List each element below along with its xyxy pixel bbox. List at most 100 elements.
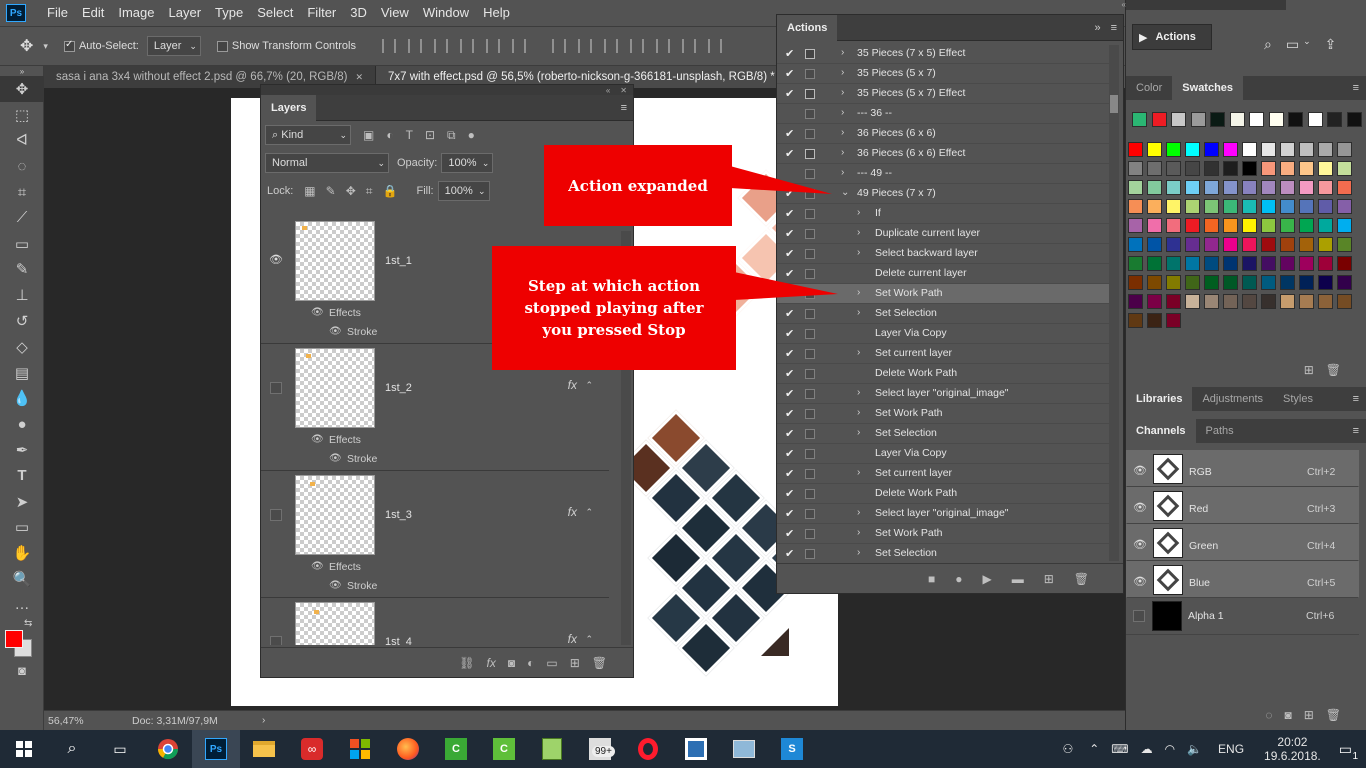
new-layer-icon[interactable]: ⊞ bbox=[570, 656, 580, 670]
distribute-bottom-icon[interactable] bbox=[603, 39, 618, 53]
action-step[interactable]: ✔ › Set current layer bbox=[777, 464, 1109, 484]
chevron-right-icon[interactable]: › bbox=[841, 167, 844, 178]
smart-object-filter-icon[interactable]: ⧉ bbox=[447, 128, 456, 143]
collapse-effects-icon[interactable]: ⌃ bbox=[585, 380, 593, 391]
swatch[interactable] bbox=[1166, 237, 1181, 252]
swatch[interactable] bbox=[1223, 180, 1238, 195]
swatch[interactable] bbox=[1185, 180, 1200, 195]
check-icon[interactable]: ✔ bbox=[785, 507, 795, 520]
swatch[interactable] bbox=[1242, 199, 1257, 214]
swatch[interactable] bbox=[1261, 256, 1276, 271]
swatch[interactable] bbox=[1318, 294, 1333, 309]
show-hidden-icons[interactable]: ⌃ bbox=[1089, 742, 1099, 756]
check-icon[interactable]: ✔ bbox=[785, 67, 795, 80]
action-step[interactable]: ✔ › Set current layer bbox=[777, 344, 1109, 364]
chevron-right-icon[interactable]: › bbox=[857, 527, 860, 538]
chevron-right-icon[interactable]: › bbox=[857, 387, 860, 398]
swatch[interactable] bbox=[1299, 256, 1314, 271]
opera-icon[interactable] bbox=[624, 730, 672, 768]
dialog-toggle-icon[interactable] bbox=[805, 69, 815, 79]
swatch[interactable] bbox=[1166, 275, 1181, 290]
eyedropper-tool-icon[interactable]: ⟋ bbox=[0, 205, 44, 231]
swatch[interactable] bbox=[1242, 256, 1257, 271]
swatch[interactable] bbox=[1147, 161, 1162, 176]
dialog-toggle-icon[interactable] bbox=[805, 229, 815, 239]
align-hcenter-icon[interactable] bbox=[485, 39, 500, 53]
swatch[interactable] bbox=[1280, 142, 1295, 157]
check-icon[interactable]: ✔ bbox=[785, 87, 795, 100]
action-step[interactable]: ✔ › Select layer "original_image" bbox=[777, 384, 1109, 404]
swatch[interactable] bbox=[1151, 112, 1167, 127]
tab-swatches[interactable]: Swatches bbox=[1172, 76, 1244, 100]
swatch[interactable] bbox=[1204, 275, 1219, 290]
quick-mask-icon[interactable]: ◙ bbox=[0, 658, 44, 684]
action-step[interactable]: ✔ › Set Selection bbox=[777, 544, 1109, 564]
search-icon[interactable]: ⌕ bbox=[1264, 36, 1272, 53]
chevron-right-icon[interactable]: › bbox=[857, 227, 860, 238]
type-tool-icon[interactable]: T bbox=[0, 463, 44, 489]
lock-all-icon[interactable]: 🔒 bbox=[383, 184, 398, 198]
adjustment-layer-icon[interactable]: ◐ bbox=[527, 656, 534, 670]
stroke-eye-icon[interactable]: 👁 bbox=[329, 580, 342, 591]
swatch[interactable] bbox=[1261, 199, 1276, 214]
distribute-left-icon[interactable] bbox=[629, 39, 644, 53]
action-step[interactable]: ✔ › Set Work Path bbox=[777, 524, 1109, 544]
action-center-icon[interactable]: ▭ 1 bbox=[1339, 741, 1358, 762]
check-icon[interactable]: ✔ bbox=[785, 347, 795, 360]
swap-colors-icon[interactable]: ⇆ bbox=[24, 618, 32, 629]
swatch[interactable] bbox=[1268, 112, 1284, 127]
camtasia-icon[interactable]: C bbox=[432, 730, 480, 768]
swatch[interactable] bbox=[1261, 142, 1276, 157]
chevron-right-icon[interactable]: › bbox=[841, 127, 844, 138]
chevron-right-icon[interactable]: › bbox=[857, 427, 860, 438]
stroke-eye-icon[interactable]: 👁 bbox=[329, 453, 342, 464]
swatch[interactable] bbox=[1166, 180, 1181, 195]
swatch[interactable] bbox=[1190, 112, 1206, 127]
channel-row[interactable]: 👁 Blue Ctrl+5 bbox=[1126, 561, 1359, 598]
swatch[interactable] bbox=[1318, 180, 1333, 195]
swatch[interactable] bbox=[1337, 161, 1352, 176]
swatch[interactable] bbox=[1280, 180, 1295, 195]
chevron-down-icon[interactable]: ⌄ bbox=[1303, 36, 1311, 53]
menu-view[interactable]: View bbox=[374, 0, 416, 26]
channel-row[interactable]: 👁 Red Ctrl+3 bbox=[1126, 487, 1359, 524]
action-item[interactable]: ✔ › 35 Pieces (7 x 5) Effect bbox=[777, 44, 1109, 64]
check-icon[interactable]: ✔ bbox=[785, 247, 795, 260]
more-tools-icon[interactable]: … bbox=[0, 592, 44, 618]
dialog-toggle-icon[interactable] bbox=[805, 329, 815, 339]
chevron-right-icon[interactable]: › bbox=[841, 67, 844, 78]
swatch[interactable] bbox=[1128, 142, 1143, 157]
action-step[interactable]: ✔ › Set Selection bbox=[777, 424, 1109, 444]
panel-menu-icon[interactable]: ≡ bbox=[621, 102, 627, 114]
swatch[interactable] bbox=[1261, 180, 1276, 195]
auto-align-icon[interactable] bbox=[707, 39, 722, 53]
swatch[interactable] bbox=[1204, 199, 1219, 214]
swatch[interactable] bbox=[1299, 218, 1314, 233]
dialog-toggle-icon[interactable] bbox=[805, 209, 815, 219]
check-icon[interactable]: ✔ bbox=[785, 327, 795, 340]
camtasia-recorder-icon[interactable]: C bbox=[480, 730, 528, 768]
distribute-vcenter-icon[interactable] bbox=[577, 39, 592, 53]
swatch[interactable] bbox=[1210, 112, 1225, 127]
collapse-effects-icon[interactable]: ⌃ bbox=[585, 507, 593, 518]
swatch[interactable] bbox=[1261, 218, 1276, 233]
swatch[interactable] bbox=[1185, 275, 1200, 290]
swatch[interactable] bbox=[1280, 275, 1295, 290]
swatch[interactable] bbox=[1166, 199, 1181, 214]
check-icon[interactable]: ✔ bbox=[785, 387, 795, 400]
creative-cloud-icon[interactable]: ∞ bbox=[288, 730, 336, 768]
record-icon[interactable]: ● bbox=[955, 572, 962, 586]
auto-select-dropdown[interactable]: Layer ⌄ bbox=[146, 36, 201, 56]
menu-edit[interactable]: Edit bbox=[75, 0, 111, 26]
align-bottom-icon[interactable] bbox=[433, 39, 448, 53]
swatch[interactable] bbox=[1166, 313, 1181, 328]
swatch[interactable] bbox=[1327, 112, 1342, 127]
rectangle-tool-icon[interactable]: ▭ bbox=[0, 515, 44, 541]
swatch[interactable] bbox=[1166, 142, 1181, 157]
fx-icon[interactable]: fx bbox=[487, 656, 496, 670]
chevron-right-icon[interactable]: › bbox=[841, 47, 844, 58]
tab-actions[interactable]: Actions bbox=[777, 14, 838, 41]
search-icon[interactable]: ⌕ bbox=[48, 730, 96, 768]
swatch[interactable] bbox=[1318, 237, 1333, 252]
lock-transparent-icon[interactable]: ▦ bbox=[304, 184, 315, 198]
